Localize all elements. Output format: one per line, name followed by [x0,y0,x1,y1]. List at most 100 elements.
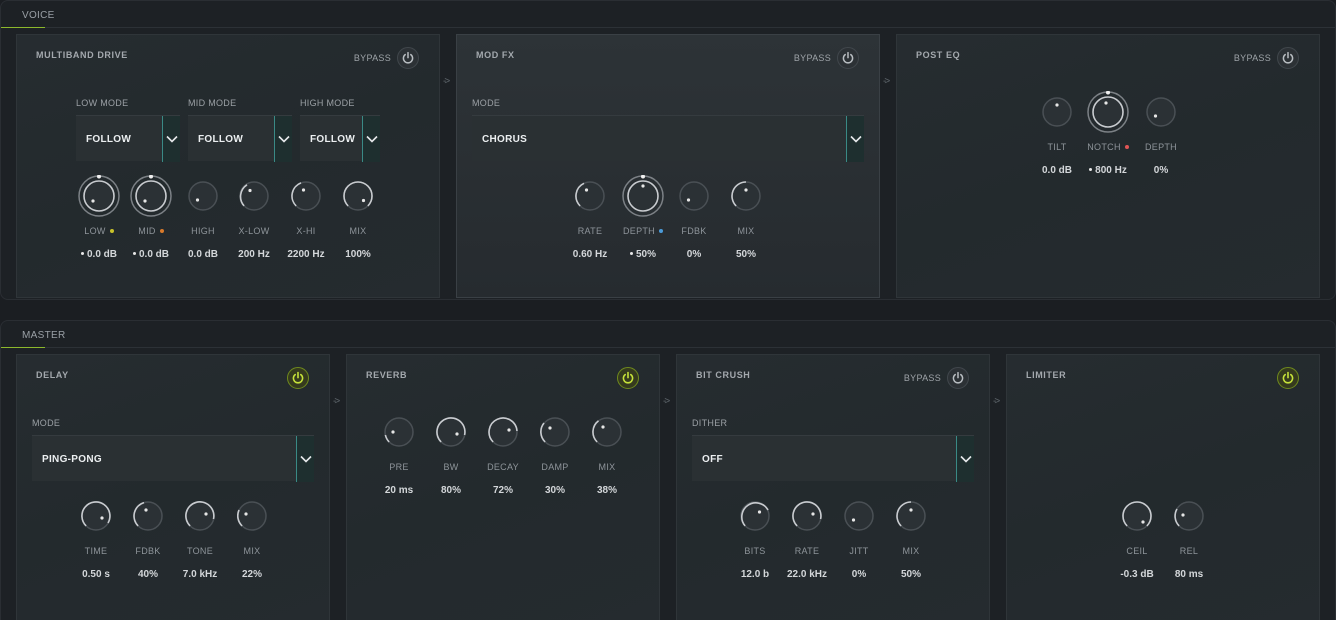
dropdown-value: CHORUS [482,134,528,145]
knob-label: MIX [598,462,616,472]
dither-dropdown[interactable]: OFF [692,435,974,482]
panel-title: DELAY [36,370,69,380]
bypass-toggle[interactable]: BYPASS [904,367,969,389]
bypass-label: BYPASS [1233,53,1271,63]
signal-arrow: -> [443,76,450,87]
knob-label: REL [1179,546,1199,556]
mode-label: MODE [32,418,61,428]
section-title: VOICE [22,10,55,21]
dropdown-value: PING-PONG [42,454,102,465]
bypass-label: BYPASS [903,373,941,383]
mode-label: MODE [472,98,501,108]
panel-title: MULTIBAND DRIVE [36,50,128,60]
mod-fx-panel: MOD FX BYPASS MODE CHORUS RATE DEPTH FDB… [456,34,880,298]
post-eq-panel: POST EQ BYPASS TILT NOTCH DEPTH 0.0 dB 8… [896,34,1320,298]
chevron-down-icon[interactable] [362,116,380,162]
multiband-drive-panel: MULTIBAND DRIVE BYPASS LOW MODE MID MODE… [16,34,440,298]
notch-knob[interactable] [1087,91,1129,133]
dropdown-value: FOLLOW [86,134,132,145]
knob-value: 100% [345,249,371,260]
signal-arrow: -> [993,396,1000,407]
signal-arrow: -> [883,76,890,87]
ceil-knob[interactable] [1122,501,1152,531]
knob-label: MIX [243,546,261,556]
power-icon[interactable] [287,367,309,389]
x-hi-knob[interactable] [291,181,321,211]
knob-label: MIX [737,226,755,236]
knob-value: 22% [241,569,262,580]
knob-value: 0% [1153,165,1169,176]
reverb-panel: REVERB PRE BW DECAY DAMP MIX 20 ms 80% 7… [346,354,660,620]
rel-knob[interactable] [1174,501,1204,531]
power-icon[interactable] [397,47,419,69]
bit-crush-panel: BIT CRUSH BYPASS DITHER OFF BITS RATE JI… [676,354,990,620]
time-knob[interactable] [81,501,111,531]
pre-knob[interactable] [384,417,414,447]
x-low-knob[interactable] [239,181,269,211]
mid-knob[interactable] [130,175,172,217]
knob-value: 50% [900,569,921,580]
knob-label: DEPTH [1144,142,1177,152]
voice-header: VOICE [1,1,1335,28]
mode-dropdown[interactable]: PING-PONG [32,435,314,482]
limiter-panel: LIMITER CEIL REL -0.3 dB 80 ms [1006,354,1320,620]
knob-label: MIX [349,226,367,236]
decay-knob[interactable] [488,417,518,447]
power-icon[interactable] [947,367,969,389]
mix-knob[interactable] [343,181,373,211]
tone-knob[interactable] [185,501,215,531]
knob-value: 80 ms [1174,569,1204,580]
bypass-toggle[interactable]: BYPASS [1234,47,1299,69]
mid-mode-dropdown[interactable]: FOLLOW [188,115,292,162]
fdbk-knob[interactable] [133,501,163,531]
panel-title: LIMITER [1026,370,1067,380]
bits-knob[interactable] [740,501,770,531]
mix-knob[interactable] [896,501,926,531]
mix-knob[interactable] [237,501,267,531]
chevron-down-icon[interactable] [956,436,974,482]
signal-arrow: -> [333,396,340,407]
master-header: MASTER [1,321,1335,348]
jitt-knob[interactable] [844,501,874,531]
low-mode-dropdown[interactable]: FOLLOW [76,115,180,162]
signal-arrow: -> [663,396,670,407]
dither-label: DITHER [692,418,728,428]
chevron-down-icon[interactable] [274,116,292,162]
mix-knob[interactable] [731,181,761,211]
power-icon[interactable] [837,47,859,69]
depth-knob[interactable] [1146,97,1176,127]
rate-knob[interactable] [792,501,822,531]
knob-label: MIX [902,546,920,556]
bypass-label: BYPASS [353,53,391,63]
panel-title: MOD FX [476,50,515,60]
chevron-down-icon[interactable] [296,436,314,482]
chevron-down-icon[interactable] [846,116,864,162]
fdbk-knob[interactable] [679,181,709,211]
high-mode-label: HIGH MODE [300,98,355,108]
bypass-toggle[interactable]: BYPASS [794,47,859,69]
panel-title: BIT CRUSH [696,370,751,380]
low-knob[interactable] [78,175,120,217]
dropdown-value: FOLLOW [310,134,356,145]
damp-knob[interactable] [540,417,570,447]
power-icon[interactable] [1277,367,1299,389]
knob-value: 38% [596,485,617,496]
bw-knob[interactable] [436,417,466,447]
depth-knob[interactable] [622,175,664,217]
tilt-knob[interactable] [1042,97,1072,127]
panel-title: POST EQ [916,50,961,60]
power-icon[interactable] [1277,47,1299,69]
panel-title: REVERB [366,370,408,380]
bypass-toggle[interactable]: BYPASS [354,47,419,69]
high-knob[interactable] [188,181,218,211]
mix-knob[interactable] [592,417,622,447]
power-icon[interactable] [617,367,639,389]
mode-dropdown[interactable]: CHORUS [472,115,864,162]
high-mode-dropdown[interactable]: FOLLOW [300,115,380,162]
rate-knob[interactable] [575,181,605,211]
dropdown-value: FOLLOW [198,134,244,145]
section-title: MASTER [22,330,66,341]
mid-mode-label: MID MODE [188,98,237,108]
chevron-down-icon[interactable] [162,116,180,162]
dropdown-value: OFF [702,454,723,465]
